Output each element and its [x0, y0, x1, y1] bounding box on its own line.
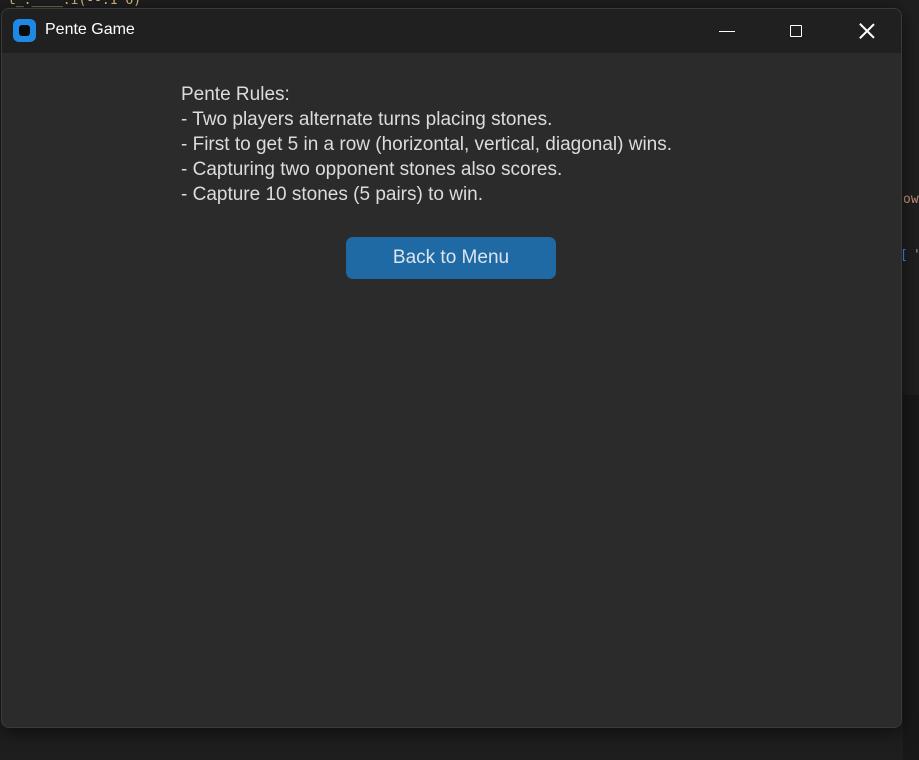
rules-heading: Pente Rules:: [181, 84, 290, 105]
pente-game-window: Pente Game Pente Rules: - Two players al…: [1, 8, 902, 728]
minimize-button[interactable]: [693, 9, 761, 53]
rules-line: - Two players alternate turns placing st…: [181, 109, 553, 130]
maximize-icon: [790, 25, 802, 37]
background-code-fragment: ow: [903, 192, 919, 207]
rules-text: Pente Rules: - Two players alternate tur…: [181, 82, 672, 207]
close-button[interactable]: [833, 9, 901, 53]
background-code-fragment: ': [913, 248, 919, 263]
app-icon: [13, 19, 36, 42]
close-icon: [859, 23, 875, 39]
background-code-fragment: t_.____.i(--.1 6): [8, 0, 142, 8]
rules-line: - Capture 10 stones (5 pairs) to win.: [181, 184, 484, 205]
minimize-icon: [719, 30, 735, 32]
rules-line: - First to get 5 in a row (horizontal, v…: [181, 134, 673, 155]
title-bar[interactable]: Pente Game: [2, 9, 901, 53]
window-content: Pente Rules: - Two players alternate tur…: [2, 53, 901, 727]
maximize-button[interactable]: [762, 9, 830, 53]
background-editor-strip-lower: [903, 395, 919, 760]
rules-line: - Capturing two opponent stones also sco…: [181, 159, 563, 180]
window-title: Pente Game: [45, 21, 135, 38]
back-to-menu-button[interactable]: Back to Menu: [346, 237, 556, 279]
